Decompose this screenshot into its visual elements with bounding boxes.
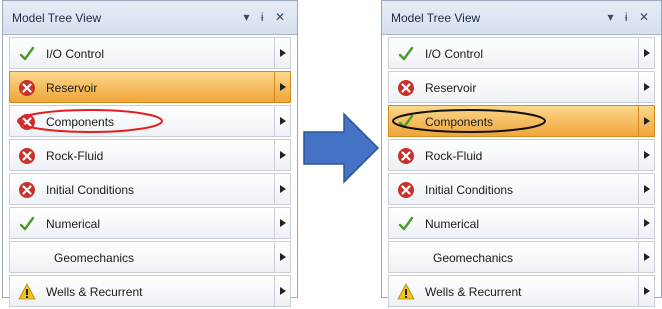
tree-item-wells-recurrent[interactable]: Wells & Recurrent [9,275,291,307]
tree-item-label: Components [425,115,494,129]
dropdown-arrow-icon[interactable]: ▾ [244,10,254,24]
tree-item-i-o-control[interactable]: I/O Control [388,37,655,69]
pin-icon[interactable]: ɨ [261,10,268,24]
expand-arrow-icon[interactable] [638,38,654,68]
window-controls: ▾ ɨ ✕ [244,10,289,24]
tree-item-label: Wells & Recurrent [425,285,522,299]
model-tree-view-panel-after: Model Tree View ▾ ɨ ✕ I/O Control Reservo… [381,0,662,307]
tree-item-label: Geomechanics [54,251,135,265]
tree-item-initial-conditions[interactable]: Initial Conditions [9,173,291,205]
expand-arrow-icon[interactable] [638,174,654,204]
tree-item-label: Numerical [425,217,480,231]
warning-icon [18,283,36,301]
warning-icon [397,283,415,301]
tree-item-label: Components [46,115,115,129]
title-bar: Model Tree View ▾ ɨ ✕ [382,1,661,35]
tree-item-geomechanics[interactable]: Geomechanics [9,241,291,273]
expand-arrow-icon[interactable] [274,174,290,204]
expand-arrow-icon[interactable] [638,140,654,170]
expand-arrow-icon[interactable] [638,106,654,136]
tree-item-wells-recurrent[interactable]: Wells & Recurrent [388,275,655,307]
panel-title: Model Tree View [391,11,481,25]
expand-arrow-icon[interactable] [638,276,654,306]
check-icon [18,215,36,233]
error-icon [18,147,36,165]
tree-item-label: Initial Conditions [425,183,514,197]
tree-item-label: Initial Conditions [46,183,135,197]
tree-item-label: I/O Control [46,47,105,61]
close-icon[interactable]: ✕ [275,10,289,24]
expand-arrow-icon[interactable] [638,72,654,102]
expand-arrow-icon[interactable] [274,242,290,272]
tree-item-list: I/O Control Reservoir Components Rock-Fluid… [388,37,655,309]
tree-item-label: Geomechanics [433,251,514,265]
tree-item-reservoir[interactable]: Reservoir [388,71,655,103]
panel-title: Model Tree View [12,11,102,25]
tree-item-i-o-control[interactable]: I/O Control [9,37,291,69]
tree-item-rock-fluid[interactable]: Rock-Fluid [9,139,291,171]
tree-item-label: Numerical [46,217,101,231]
error-icon [397,181,415,199]
expand-arrow-icon[interactable] [638,208,654,238]
title-bar: Model Tree View ▾ ɨ ✕ [3,1,297,35]
check-icon [397,45,415,63]
check-icon [18,45,36,63]
tree-item-reservoir[interactable]: Reservoir [9,71,291,103]
error-icon [18,113,36,131]
pin-icon[interactable]: ɨ [625,10,632,24]
error-icon [18,79,36,97]
expand-arrow-icon[interactable] [274,38,290,68]
tree-item-label: Rock-Fluid [46,149,104,163]
model-tree-view-panel-before: Model Tree View ▾ ɨ ✕ I/O Control Reservo… [2,0,298,307]
tree-item-rock-fluid[interactable]: Rock-Fluid [388,139,655,171]
check-icon [397,113,415,131]
error-icon [397,79,415,97]
expand-arrow-icon[interactable] [274,276,290,306]
check-icon [397,215,415,233]
tree-item-numerical[interactable]: Numerical [388,207,655,239]
expand-arrow-icon[interactable] [274,106,290,136]
tree-item-label: Reservoir [46,81,98,95]
error-icon [397,147,415,165]
close-icon[interactable]: ✕ [639,10,653,24]
expand-arrow-icon[interactable] [638,242,654,272]
transition-arrow-icon [302,110,380,191]
tree-item-label: I/O Control [425,47,484,61]
tree-item-components[interactable]: Components [388,105,655,137]
tree-item-label: Rock-Fluid [425,149,483,163]
expand-arrow-icon[interactable] [274,72,290,102]
tree-item-components[interactable]: Components [9,105,291,137]
tree-item-label: Reservoir [425,81,477,95]
tree-item-geomechanics[interactable]: Geomechanics [388,241,655,273]
tree-item-list: I/O Control Reservoir Components Rock-Fluid… [9,37,291,309]
window-controls: ▾ ɨ ✕ [608,10,653,24]
expand-arrow-icon[interactable] [274,208,290,238]
error-icon [18,181,36,199]
tree-item-label: Wells & Recurrent [46,285,143,299]
dropdown-arrow-icon[interactable]: ▾ [608,10,618,24]
tree-item-initial-conditions[interactable]: Initial Conditions [388,173,655,205]
tree-item-numerical[interactable]: Numerical [9,207,291,239]
expand-arrow-icon[interactable] [274,140,290,170]
